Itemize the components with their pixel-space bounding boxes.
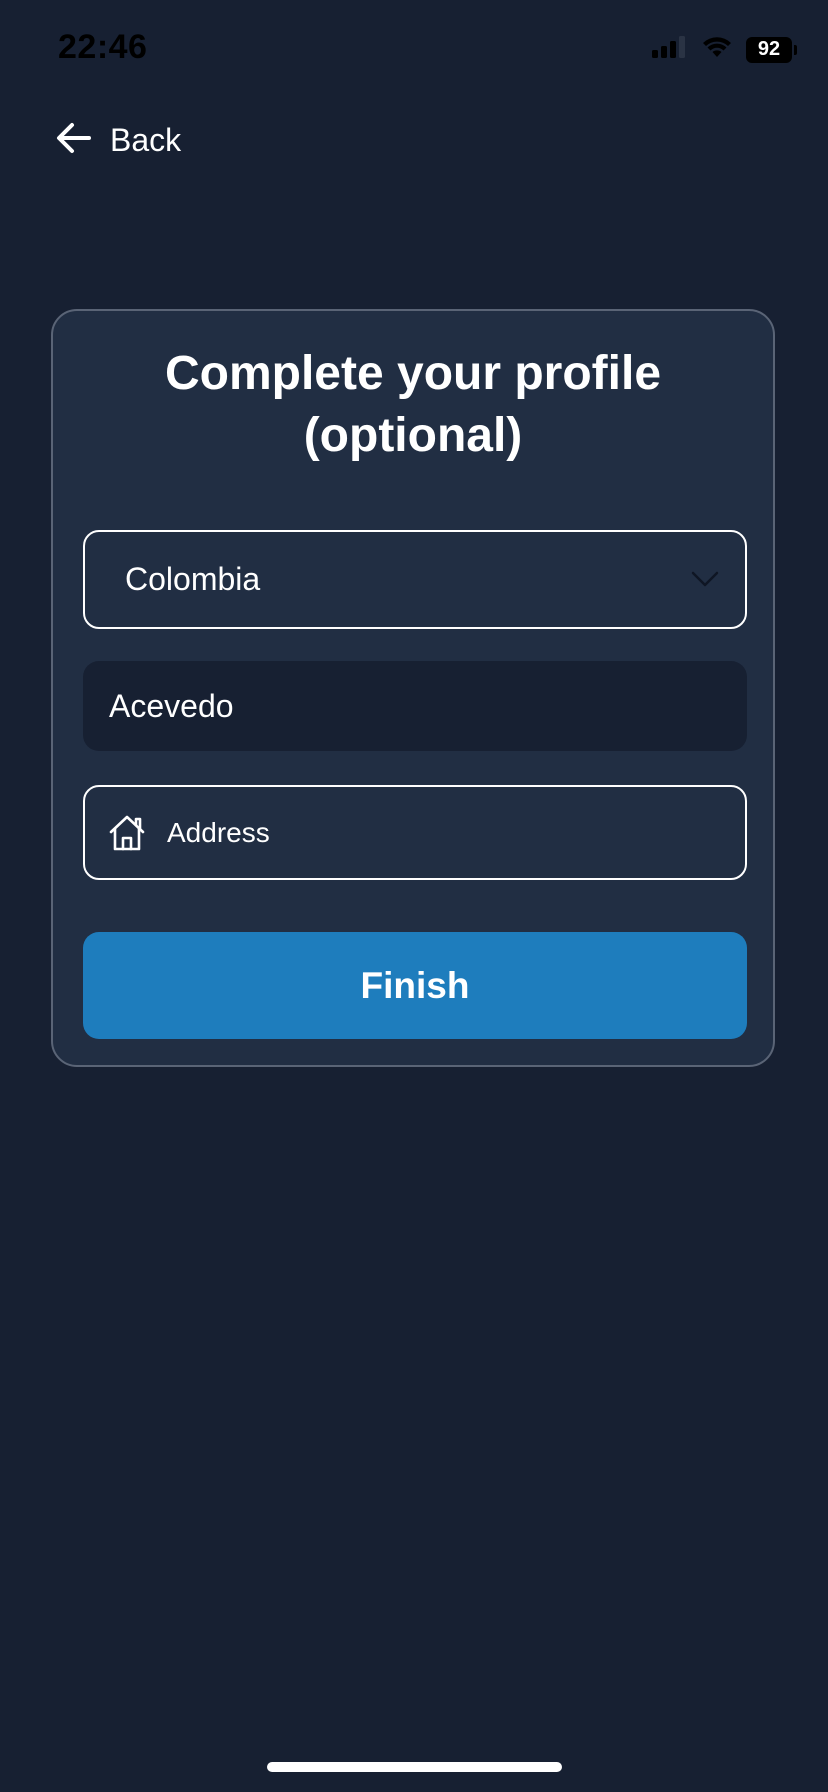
back-button[interactable]: Back [56,122,181,159]
arrow-left-icon [56,122,92,159]
signal-icon [652,36,688,63]
battery-level: 92 [757,38,781,60]
finish-button[interactable]: Finish [83,932,747,1039]
wifi-icon [702,36,732,63]
card-title: Complete your profile (optional) [164,347,662,462]
home-icon [107,813,147,858]
profile-screen: 22:46 92 Back Complete your profile (opt… [0,0,828,1792]
status-time: 22:46 [58,28,148,66]
battery-indicator: 92 [746,36,797,63]
surname-field[interactable]: Acevedo [83,661,747,751]
status-icons: 92 [652,36,797,63]
country-select[interactable]: Colombia [83,530,747,629]
address-field[interactable] [83,785,747,880]
country-value: Colombia [125,561,261,597]
status-bar: 22:46 92 [0,0,828,100]
home-indicator [267,1762,562,1772]
chevron-down-icon [691,570,719,593]
back-label: Back [110,122,182,158]
profile-card: Complete your profile (optional) Colombi… [51,309,775,1067]
surname-value: Acevedo [109,687,234,724]
address-input[interactable] [167,807,727,859]
